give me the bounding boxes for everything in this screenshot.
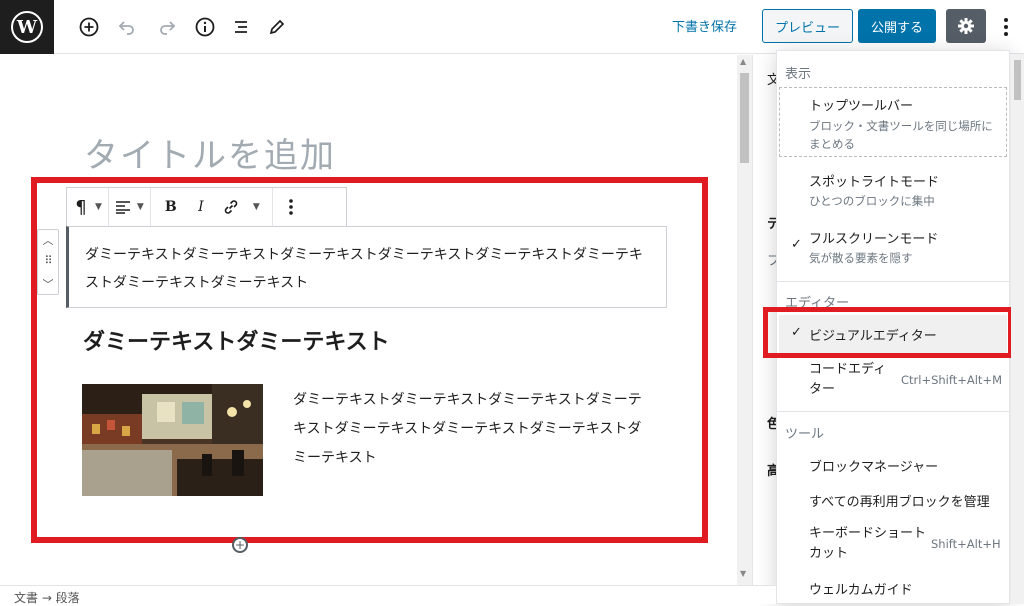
menu-item-code-editor[interactable]: コードエディター xyxy=(809,360,899,400)
bold-button[interactable]: B xyxy=(163,193,179,221)
info-icon[interactable] xyxy=(192,14,218,40)
align-left-icon[interactable] xyxy=(115,193,131,221)
format-group: B I ▼ xyxy=(151,188,273,226)
menu-scrollbar[interactable] xyxy=(1011,54,1024,604)
paragraph-block[interactable]: ダミーテキストダミーテキストダミーテキストダミーテキストダミーテキストダミーテキ… xyxy=(66,226,667,308)
menu-item-title: トップツールバー xyxy=(809,99,914,114)
menu-item-keyboard-shortcuts[interactable]: キーボードショートカット xyxy=(809,524,929,564)
undo-icon[interactable] xyxy=(114,14,140,40)
block-toolbar: ¶ ▼ ▼ B I ▼ xyxy=(66,187,347,227)
menu-item-spotlight[interactable]: スポットライトモード xyxy=(809,171,939,190)
menu-item-fullscreen[interactable]: フルスクリーンモード xyxy=(809,228,938,247)
more-group xyxy=(273,188,309,226)
wordpress-logo[interactable]: W xyxy=(0,0,54,54)
editor-footer: 文書 → 段落 xyxy=(0,585,776,606)
chevron-up-icon[interactable]: ︿ xyxy=(38,232,58,248)
chevron-down-icon[interactable]: ﹀ xyxy=(38,276,58,292)
shortcut-code-editor: Ctrl+Shift+Alt+M xyxy=(901,373,1003,387)
media-text-content[interactable]: ダミーテキストダミーテキストダミーテキストダミーテキストダミーテキストダミーテキ… xyxy=(293,386,648,473)
heading-block[interactable]: ダミーテキストダミーテキスト xyxy=(83,324,390,356)
add-block-icon[interactable]: + xyxy=(232,537,248,553)
menu-item-desc: ブロック・文書ツールを同じ場所にまとめる xyxy=(809,119,993,151)
more-vertical-icon[interactable] xyxy=(283,193,299,221)
more-vertical-icon[interactable] xyxy=(994,12,1018,42)
scroll-up-icon[interactable]: ▲ xyxy=(740,57,746,66)
check-icon: ✓ xyxy=(791,237,802,252)
link-icon[interactable] xyxy=(223,193,239,221)
cafe-image[interactable] xyxy=(82,384,263,496)
preview-button[interactable]: プレビュー xyxy=(762,9,853,43)
shortcut-keyboard: Shift+Alt+H xyxy=(931,537,1001,551)
align-group: ▼ xyxy=(109,188,151,226)
list-view-icon[interactable] xyxy=(228,14,254,40)
chevron-down-icon[interactable]: ▼ xyxy=(95,202,102,212)
menu-section-view: 表示 xyxy=(785,67,812,82)
menu-divider xyxy=(777,411,1009,412)
publish-button[interactable]: 公開する xyxy=(858,9,936,43)
paragraph-text[interactable]: ダミーテキストダミーテキストダミーテキストダミーテキストダミーテキストダミーテキ… xyxy=(85,241,655,297)
block-type-group: ¶ ▼ xyxy=(67,188,109,226)
redo-icon[interactable] xyxy=(154,14,180,40)
paragraph-icon[interactable]: ¶ xyxy=(73,193,89,221)
editor-header: W 下書き保存 プレビュー 公開する xyxy=(0,0,1024,54)
editor-scrollbar[interactable]: ▲ ▼ xyxy=(737,55,752,585)
menu-item-manage-reusable[interactable]: すべての再利用ブロックを管理 xyxy=(809,491,990,510)
post-title-placeholder[interactable]: タイトルを追加 xyxy=(84,128,336,177)
menu-section-tools: ツール xyxy=(785,427,825,442)
save-draft-button[interactable]: 下書き保存 xyxy=(672,16,737,35)
edit-tool-icon[interactable] xyxy=(264,14,290,40)
svg-text:W: W xyxy=(16,17,38,38)
chevron-down-icon[interactable]: ▼ xyxy=(137,202,144,212)
scrollbar-thumb[interactable] xyxy=(1014,60,1021,100)
gear-icon[interactable] xyxy=(946,9,986,43)
menu-item-desc: ひとつのブロックに集中 xyxy=(809,194,935,208)
add-block-icon[interactable] xyxy=(76,14,102,40)
block-breadcrumb[interactable]: 文書 → 段落 xyxy=(14,589,80,606)
menu-item-desc: 気が散る要素を隠す xyxy=(809,251,913,265)
scrollbar-thumb[interactable] xyxy=(740,73,749,163)
italic-button[interactable]: I xyxy=(193,193,209,221)
scroll-down-icon[interactable]: ▼ xyxy=(740,569,746,578)
menu-item-block-manager[interactable]: ブロックマネージャー xyxy=(809,456,938,475)
menu-divider xyxy=(777,281,1009,282)
drag-handle-icon[interactable]: ⠿ xyxy=(38,254,58,267)
block-mover: ︿ ⠿ ﹀ xyxy=(37,229,59,295)
highlight-frame-menu xyxy=(763,307,1013,358)
chevron-down-icon[interactable]: ▼ xyxy=(253,202,260,212)
menu-item-welcome-guide[interactable]: ウェルカムガイド xyxy=(809,579,913,598)
